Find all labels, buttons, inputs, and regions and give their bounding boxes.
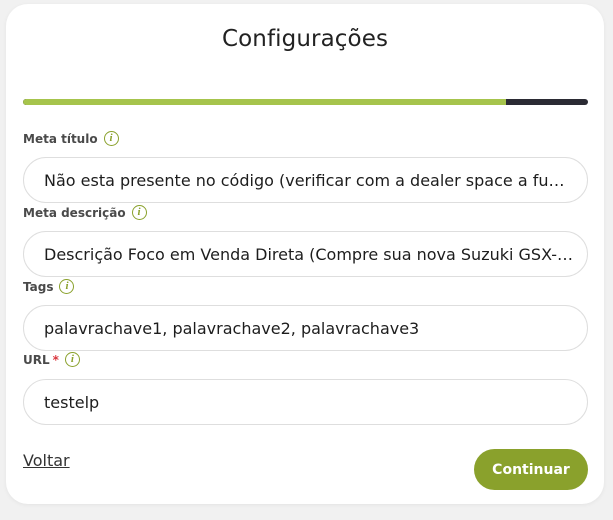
required-asterisk: * bbox=[52, 352, 59, 367]
url-input[interactable] bbox=[24, 380, 574, 424]
url-field[interactable] bbox=[23, 379, 588, 425]
tags-input[interactable] bbox=[24, 306, 574, 350]
meta-description-label: Meta descrição bbox=[23, 205, 126, 220]
back-link[interactable]: Voltar bbox=[23, 451, 70, 470]
progress-bar-fill bbox=[23, 99, 507, 105]
info-icon[interactable]: i bbox=[59, 279, 75, 294]
tags-label: Tags bbox=[23, 279, 54, 294]
meta-description-input[interactable] bbox=[24, 232, 574, 276]
info-icon[interactable]: i bbox=[131, 205, 147, 220]
meta-title-label-row: Meta título i bbox=[23, 131, 119, 146]
url-label-row: URL * i bbox=[23, 352, 80, 367]
meta-title-field[interactable] bbox=[23, 157, 588, 203]
progress-bar bbox=[23, 99, 588, 105]
info-icon[interactable]: i bbox=[64, 352, 80, 367]
info-icon[interactable]: i bbox=[103, 131, 119, 146]
tags-field[interactable] bbox=[23, 305, 588, 351]
meta-title-input[interactable] bbox=[24, 158, 574, 202]
url-label: URL bbox=[23, 352, 50, 367]
continue-button[interactable]: Continuar bbox=[474, 449, 588, 490]
meta-description-label-row: Meta descrição i bbox=[23, 205, 147, 220]
page-title: Configurações bbox=[221, 26, 389, 52]
tags-label-row: Tags i bbox=[23, 279, 75, 294]
meta-title-label: Meta título bbox=[23, 131, 98, 146]
meta-description-field[interactable] bbox=[23, 231, 588, 277]
